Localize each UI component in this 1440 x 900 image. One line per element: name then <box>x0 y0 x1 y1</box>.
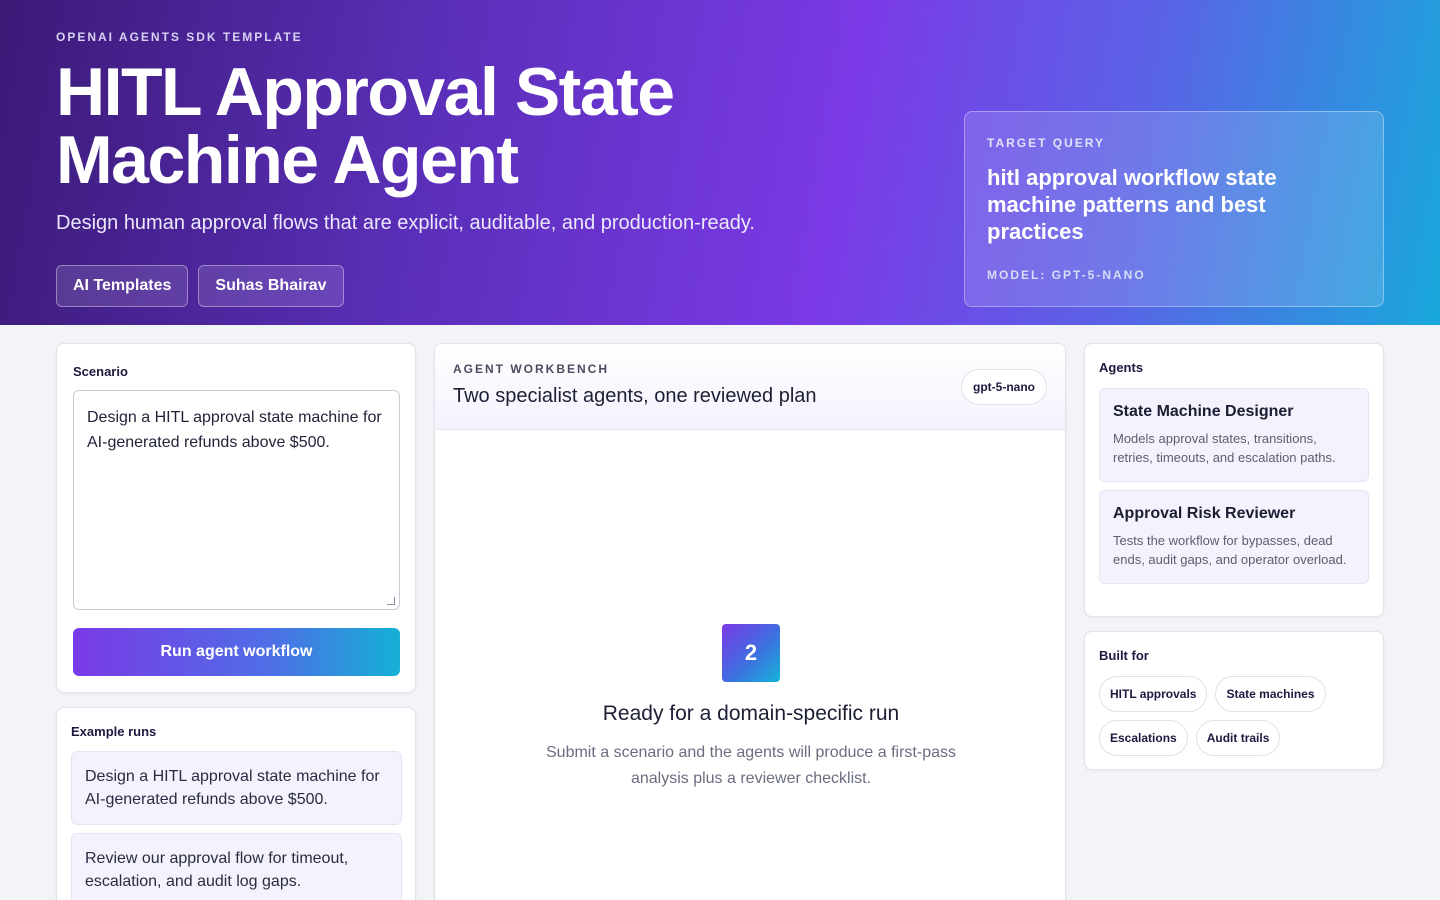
target-query-card: TARGET QUERY hitl approval workflow stat… <box>964 111 1384 307</box>
agent-name: Approval Risk Reviewer <box>1113 505 1296 522</box>
agent-name: State Machine Designer <box>1113 403 1294 420</box>
workbench-eyebrow: AGENT WORKBENCH <box>453 362 609 376</box>
hero-links: AI Templates Suhas Bhairav <box>56 265 344 307</box>
scenario-textarea[interactable]: Design a HITL approval state machine for… <box>73 390 400 610</box>
agent-card: Approval Risk Reviewer Tests the workflo… <box>1099 490 1369 584</box>
agent-description: Models approval states, transitions, ret… <box>1113 431 1336 465</box>
tag-chip: State machines <box>1215 676 1326 712</box>
agent-workbench: AGENT WORKBENCH Two specialist agents, o… <box>434 343 1066 900</box>
workbench-title: Two specialist agents, one reviewed plan <box>453 385 817 407</box>
agents-panel: Agents State Machine Designer Models app… <box>1084 343 1384 617</box>
tag-chip: Escalations <box>1099 720 1188 756</box>
resize-handle-icon[interactable] <box>387 597 395 605</box>
hero-eyebrow: OPENAI AGENTS SDK TEMPLATE <box>56 30 303 44</box>
empty-state-description: Submit a scenario and the agents will pr… <box>546 744 956 787</box>
example-runs-title: Example runs <box>71 724 157 739</box>
run-workflow-button[interactable]: Run agent workflow <box>73 628 400 676</box>
example-runs-panel: Example runs Design a HITL approval stat… <box>56 707 416 900</box>
scenario-text: Design a HITL approval state machine for… <box>87 409 382 451</box>
built-for-panel: Built for HITL approvals State machines … <box>1084 631 1384 770</box>
author-link[interactable]: Suhas Bhairav <box>198 265 344 307</box>
tag-list: HITL approvals State machines Escalation… <box>1099 676 1369 756</box>
example-run-item[interactable]: Review our approval flow for timeout, es… <box>71 833 402 900</box>
ai-templates-link[interactable]: AI Templates <box>56 265 189 307</box>
empty-state: 2 Ready for a domain-specific run Submit… <box>435 624 1065 792</box>
page-title: HITL Approval State Machine Agent <box>56 54 675 198</box>
workbench-header: AGENT WORKBENCH Two specialist agents, o… <box>435 344 1065 430</box>
tag-chip: Audit trails <box>1195 720 1281 756</box>
target-query-label: TARGET QUERY <box>987 136 1106 150</box>
agents-title: Agents <box>1099 360 1144 375</box>
empty-state-title: Ready for a domain-specific run <box>602 702 900 725</box>
tag-chip: HITL approvals <box>1099 676 1208 712</box>
example-run-item[interactable]: Design a HITL approval state machine for… <box>71 751 402 825</box>
agent-card: State Machine Designer Models approval s… <box>1099 388 1369 482</box>
model-label: MODEL: GPT-5-NANO <box>987 268 1146 282</box>
agent-description: Tests the workflow for bypasses, dead en… <box>1113 533 1347 567</box>
scenario-title: Scenario <box>73 364 128 379</box>
scenario-panel: Scenario Design a HITL approval state ma… <box>56 343 416 693</box>
hero-subtitle: Design human approval flows that are exp… <box>56 212 755 234</box>
built-for-title: Built for <box>1099 648 1149 663</box>
agent-count-badge: 2 <box>722 624 780 682</box>
target-query-text: hitl approval workflow state machine pat… <box>987 165 1277 244</box>
hero-banner: OPENAI AGENTS SDK TEMPLATE HITL Approval… <box>0 0 1440 325</box>
model-badge: gpt-5-nano <box>961 369 1047 405</box>
